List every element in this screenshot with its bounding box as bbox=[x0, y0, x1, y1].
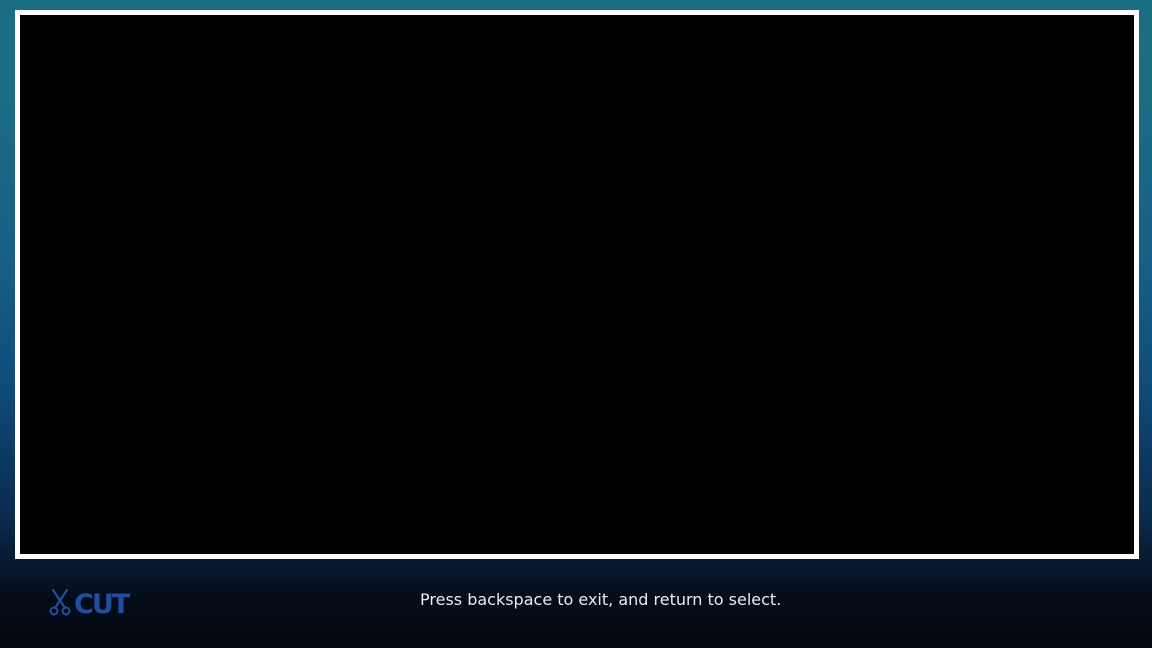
app-logo: CUT bbox=[48, 588, 130, 620]
footer-hint: Press backspace to exit, and return to s… bbox=[420, 590, 782, 609]
video-viewport[interactable] bbox=[15, 10, 1139, 559]
logo-text: CUT bbox=[74, 588, 130, 620]
scissors-icon bbox=[48, 588, 72, 620]
